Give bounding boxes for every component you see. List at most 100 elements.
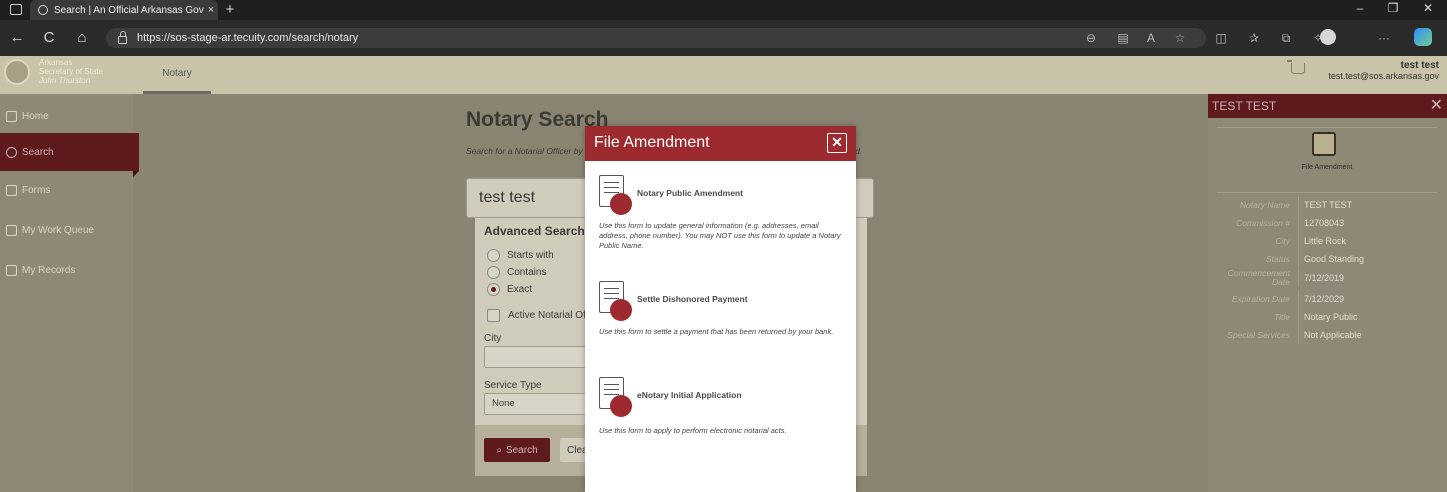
form-link-enotary-initial-application[interactable]: eNotary Initial Application — [637, 390, 742, 400]
detail-panel-title: TEST TEST — [1212, 99, 1277, 113]
detail-row: Commission # 12708043 — [1217, 214, 1437, 232]
form-seal-icon — [610, 193, 632, 215]
home-icon — [6, 110, 17, 122]
detail-key: Special Services — [1227, 329, 1290, 340]
file-amendment-icon[interactable] — [1312, 132, 1336, 156]
sidebar-item-my-work-queue[interactable]: My Work Queue — [0, 211, 133, 249]
detail-key: City — [1275, 235, 1290, 246]
address-bar[interactable]: https://sos-stage-ar.tecuity.com/search/… — [106, 28, 1206, 48]
site-favicon-icon — [38, 5, 48, 15]
read-aloud-icon[interactable]: A — [1143, 30, 1159, 46]
tab-title: Search | An Official Arkansas Gov — [54, 4, 204, 16]
tab-notary[interactable]: Notary — [143, 56, 211, 94]
sidebar-item-my-records[interactable]: My Records — [0, 251, 133, 289]
browser-toolbar: ← C ⌂ https://sos-stage-ar.tecuity.com/s… — [0, 20, 1447, 56]
home-button[interactable]: ⌂ — [73, 29, 91, 47]
detail-value: Not Applicable — [1298, 326, 1362, 344]
form-link-notary-public-amendment[interactable]: Notary Public Amendment — [637, 188, 743, 198]
detail-key: Notary Name — [1239, 199, 1290, 210]
browser-tab-bar: Search | An Official Arkansas Gov × + – … — [0, 0, 1447, 20]
collections-icon[interactable]: ⧉ — [1278, 30, 1294, 46]
app-header: Arkansas Secretary of State John Thursto… — [0, 56, 1447, 94]
detail-panel-close-icon[interactable]: ✕ — [1430, 94, 1443, 118]
brand-line-2: Secretary of State — [39, 67, 104, 76]
detail-value: 7/12/2019 — [1298, 269, 1344, 287]
modal-close-button[interactable]: ✕ — [827, 133, 847, 153]
radio-button[interactable] — [487, 266, 500, 279]
lock-icon[interactable] — [118, 30, 127, 44]
forms-icon — [6, 184, 17, 196]
detail-row: Status Good Standing — [1217, 250, 1437, 268]
form-seal-icon — [610, 395, 632, 417]
detail-key: Status — [1265, 253, 1290, 264]
radio-contains[interactable]: Contains — [487, 266, 546, 279]
detail-row: Special Services Not Applicable — [1217, 326, 1437, 344]
more-icon[interactable]: ··· — [1376, 30, 1392, 46]
detail-value: Good Standing — [1298, 250, 1364, 268]
form-document-icon[interactable] — [599, 377, 632, 417]
detail-value: Notary Public — [1298, 308, 1358, 326]
file-amendment-modal: File Amendment ✕ Notary Public Amendment… — [585, 126, 856, 492]
radio-starts-with[interactable]: Starts with — [487, 249, 554, 262]
form-link-settle-dishonored-payment[interactable]: Settle Dishonored Payment — [637, 294, 748, 304]
back-button[interactable]: ← — [8, 29, 26, 47]
form-description: Use this form to update general informat… — [599, 221, 841, 250]
detail-card: File Amendment Notary Name TEST TEST Com… — [1217, 127, 1437, 350]
close-window-button[interactable]: ✕ — [1418, 1, 1438, 15]
search-icon — [6, 146, 17, 158]
notary-detail-panel: TEST TEST ✕ File Amendment Notary Name T… — [1208, 94, 1447, 492]
split-screen-icon[interactable]: ◫ — [1213, 30, 1229, 46]
radio-label: Starts with — [507, 250, 554, 261]
work-queue-icon — [6, 224, 17, 236]
sidebar-item-label: Forms — [22, 184, 51, 196]
zoom-icon[interactable]: ⊖ — [1083, 30, 1099, 46]
sidebar-item-label: Home — [22, 110, 49, 122]
modal-header: File Amendment ✕ — [585, 126, 856, 161]
favorite-icon[interactable]: ☆ — [1172, 30, 1188, 46]
copilot-icon[interactable] — [1414, 28, 1432, 46]
browser-tab[interactable]: Search | An Official Arkansas Gov × — [30, 0, 218, 20]
minimize-button[interactable]: – — [1350, 1, 1370, 15]
detail-row: City Little Rock — [1217, 232, 1437, 250]
sidebar-item-label: Search — [22, 146, 54, 158]
detail-value: 12708043 — [1298, 214, 1344, 232]
sidebar-item-label: My Work Queue — [22, 224, 95, 236]
brand-logo[interactable]: Arkansas Secretary of State John Thursto… — [4, 58, 103, 85]
detail-value: TEST TEST — [1298, 196, 1352, 214]
file-amendment-label[interactable]: File Amendment — [1217, 164, 1437, 172]
profile-icon[interactable] — [1320, 29, 1336, 45]
sidebar-item-home[interactable]: Home — [0, 97, 133, 135]
new-tab-button[interactable]: + — [222, 1, 238, 18]
form-document-icon[interactable] — [599, 175, 632, 215]
sidebar-item-search[interactable]: Search — [0, 133, 139, 177]
search-button[interactable]: ⌕ Search — [484, 438, 550, 462]
divider — [1217, 192, 1437, 193]
sidebar-item-forms[interactable]: Forms — [0, 171, 133, 209]
tab-actions-icon[interactable] — [10, 4, 22, 15]
restore-button[interactable]: ❐ — [1383, 1, 1403, 15]
reader-icon[interactable]: ▤ — [1115, 30, 1131, 46]
radio-button-selected[interactable] — [487, 283, 500, 296]
radio-button[interactable] — [487, 249, 500, 262]
detail-key: Expiration Date — [1231, 293, 1290, 304]
radio-exact[interactable]: Exact — [487, 283, 532, 296]
brand-line-3: John Thurston — [39, 76, 91, 85]
city-label: City — [484, 333, 502, 344]
favorites-icon[interactable]: ✰ — [1246, 30, 1262, 46]
cart-icon[interactable] — [1287, 60, 1305, 74]
detail-panel-header: TEST TEST ✕ — [1208, 94, 1447, 118]
detail-value: Little Rock — [1298, 232, 1346, 250]
user-email: test.test@sos.arkansas.gov — [1328, 71, 1439, 81]
refresh-button[interactable]: C — [40, 29, 58, 47]
tab-close-icon[interactable]: × — [204, 4, 218, 16]
detail-key: Commencement Date — [1227, 268, 1290, 287]
sidebar: Home Search Forms My Work Queue My Recor… — [0, 94, 139, 492]
detail-key: Commission # — [1236, 217, 1290, 228]
detail-row: Expiration Date 7/12/2029 — [1217, 290, 1437, 308]
form-description: Use this form to apply to perform electr… — [599, 426, 787, 435]
radio-label: Exact — [507, 284, 533, 295]
user-name[interactable]: test test — [1401, 60, 1439, 71]
checkbox[interactable] — [487, 309, 500, 322]
search-icon: ⌕ — [496, 444, 502, 456]
form-document-icon[interactable] — [599, 281, 632, 321]
